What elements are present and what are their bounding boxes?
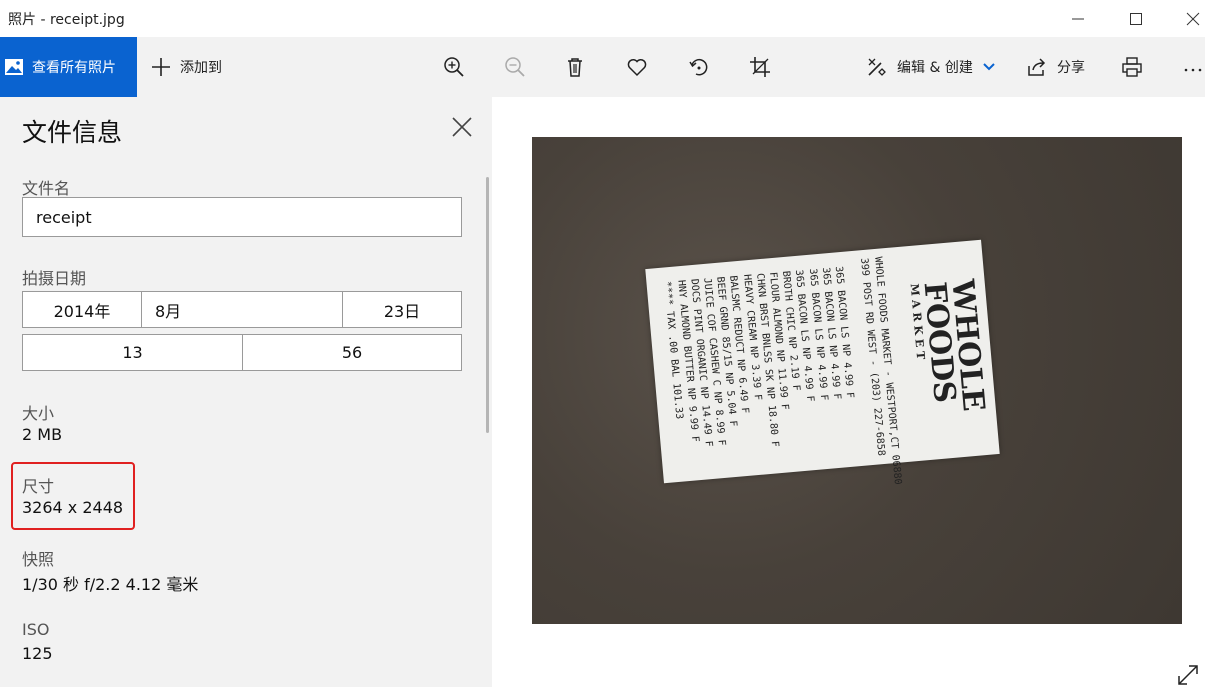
- edit-create-label: 编辑 & 创建: [897, 60, 973, 76]
- close-panel-icon[interactable]: [450, 115, 474, 139]
- panel-heading: 文件信息: [22, 118, 123, 147]
- iso-value: 125: [22, 644, 53, 663]
- chevron-down-icon: [983, 63, 995, 71]
- date-month-field[interactable]: 8月: [142, 292, 343, 327]
- heart-icon: [627, 59, 647, 77]
- snapshot-label: 快照: [22, 550, 55, 569]
- toolbar: 查看所有照片 添加到 编辑 & 创建 分享: [0, 37, 1205, 97]
- dimensions-label: 尺寸: [22, 477, 55, 496]
- rotate-icon: [689, 58, 708, 76]
- share-icon: [1028, 58, 1046, 76]
- filename-label: 文件名: [22, 179, 71, 198]
- crop-icon: [750, 57, 770, 77]
- title-bar: 照片 - receipt.jpg: [0, 0, 1205, 37]
- iso-label: ISO: [22, 620, 50, 639]
- print-icon: [1122, 57, 1142, 77]
- receipt-items: 365 BACON LS NP 4.99 F 365 BACON LS NP 4.…: [645, 240, 981, 448]
- edit-magic-icon: [868, 58, 886, 76]
- window-title: 照片 - receipt.jpg: [8, 12, 125, 28]
- time-hour-value: 13: [122, 343, 143, 362]
- plus-icon: [152, 58, 170, 76]
- photo-icon: [5, 59, 23, 75]
- receipt-logo: WHOLE FOODS MARKET: [908, 278, 991, 416]
- time-picker[interactable]: 13 56: [22, 334, 462, 371]
- dimensions-value: 3264 x 2448: [22, 498, 124, 517]
- add-to-button[interactable]: 添加到: [150, 37, 222, 97]
- delete-button[interactable]: [562, 54, 588, 80]
- minimize-button[interactable]: [1055, 0, 1101, 37]
- time-minute-field[interactable]: 56: [243, 335, 461, 370]
- date-year-field[interactable]: 2014年: [23, 292, 142, 327]
- zoom-in-button[interactable]: [441, 54, 467, 80]
- print-button[interactable]: [1119, 54, 1145, 80]
- receipt-paper: WHOLE FOODS MARKET WHOLE FOODS MARKET - …: [645, 239, 1000, 485]
- date-day-field[interactable]: 23日: [343, 292, 461, 327]
- view-all-photos-label: 查看所有照片: [32, 60, 116, 76]
- date-day-value: 23日: [383, 301, 421, 321]
- filename-value: receipt: [36, 207, 92, 227]
- share-button[interactable]: 分享: [1026, 37, 1085, 97]
- close-window-button[interactable]: [1170, 0, 1205, 37]
- share-label: 分享: [1057, 60, 1085, 76]
- snapshot-value: 1/30 秒 f/2.2 4.12 毫米: [22, 575, 199, 594]
- size-label: 大小: [22, 404, 55, 423]
- maximize-button[interactable]: [1113, 0, 1159, 37]
- zoom-in-icon: [444, 57, 464, 77]
- date-picker[interactable]: 2014年 8月 23日: [22, 291, 462, 328]
- crop-button[interactable]: [747, 54, 773, 80]
- edit-create-button[interactable]: 编辑 & 创建: [866, 37, 995, 97]
- time-hour-field[interactable]: 13: [23, 335, 243, 370]
- date-taken-label: 拍摄日期: [22, 269, 87, 288]
- zoom-out-button[interactable]: [502, 54, 528, 80]
- trash-icon: [568, 58, 582, 77]
- panel-scrollbar[interactable]: [486, 177, 489, 433]
- filename-input[interactable]: receipt: [22, 197, 462, 237]
- rotate-button[interactable]: [686, 54, 712, 80]
- maximize-icon: [1130, 12, 1142, 25]
- minimize-icon: [1072, 18, 1084, 19]
- photo-viewer: WHOLE FOODS MARKET WHOLE FOODS MARKET - …: [492, 97, 1205, 687]
- date-year-value: 2014年: [53, 301, 111, 321]
- more-icon: [1184, 68, 1202, 72]
- close-icon: [1186, 12, 1200, 25]
- add-to-label: 添加到: [180, 60, 222, 76]
- time-minute-value: 56: [341, 343, 363, 362]
- date-month-value: 8月: [155, 301, 182, 321]
- favorite-button[interactable]: [624, 54, 650, 80]
- receipt-photo[interactable]: WHOLE FOODS MARKET WHOLE FOODS MARKET - …: [532, 137, 1182, 624]
- zoom-out-icon: [505, 57, 525, 77]
- view-all-photos-button[interactable]: 查看所有照片: [0, 37, 137, 97]
- expand-icon[interactable]: [1176, 663, 1200, 687]
- more-options-button[interactable]: [1180, 54, 1205, 80]
- size-value: 2 MB: [22, 425, 63, 444]
- file-info-panel: 文件信息 文件名 receipt 拍摄日期 2014年 8月 23日 13 56…: [0, 97, 492, 687]
